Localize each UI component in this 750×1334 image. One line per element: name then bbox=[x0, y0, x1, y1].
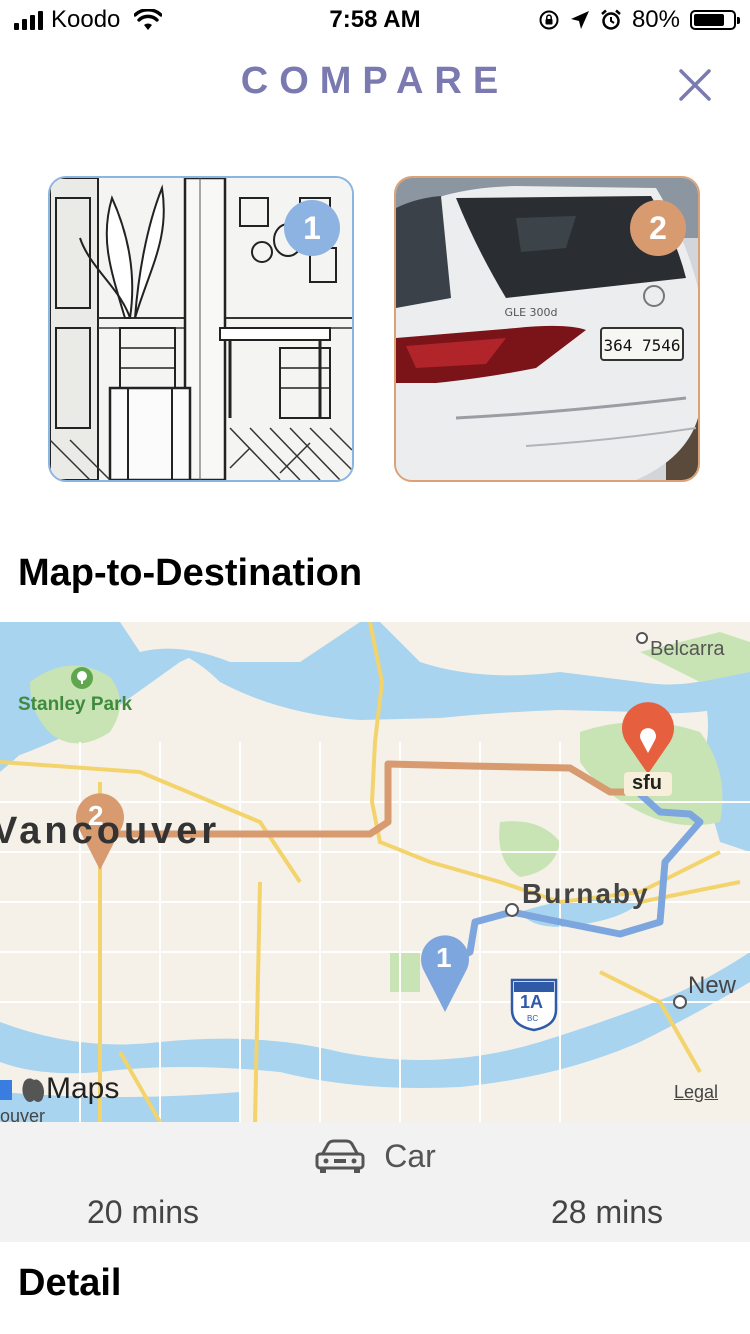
map-label-burnaby: Burnaby bbox=[522, 878, 650, 909]
svg-text:364 7546: 364 7546 bbox=[603, 336, 680, 355]
highway-shield-sublabel: BC bbox=[527, 1014, 539, 1023]
battery-icon bbox=[690, 10, 740, 30]
legal-link[interactable]: Legal bbox=[674, 1082, 718, 1103]
destination-pin-label[interactable]: sfu bbox=[632, 772, 662, 795]
place-1-badge: 1 bbox=[284, 200, 340, 256]
highway-shield-label: 1A bbox=[520, 992, 544, 1012]
map-label-vancouver: Vancouver bbox=[0, 810, 221, 852]
map-section-title: Map-to-Destination bbox=[18, 552, 363, 594]
map-label-new-west: New bbox=[688, 972, 737, 999]
route-map[interactable]: Belcarra Stanley Park Vancouver 2 1 sfu … bbox=[0, 622, 750, 1122]
location-arrow-icon bbox=[570, 11, 589, 29]
maps-brand: Maps bbox=[46, 1072, 120, 1105]
car-icon bbox=[315, 1139, 365, 1173]
page-title: COMPARE bbox=[240, 60, 510, 102]
pin-2-number: 2 bbox=[88, 800, 104, 831]
map-label-couver: ouver bbox=[0, 1106, 46, 1122]
travel-time-place-2: 28 mins bbox=[550, 1194, 664, 1230]
map-label-stanley-park: Stanley Park bbox=[18, 694, 133, 715]
map-label-belcarra: Belcarra bbox=[650, 638, 725, 660]
place-2-badge: 2 bbox=[630, 200, 686, 256]
status-bar: Koodo 7:58 AM 80% bbox=[0, 0, 750, 40]
close-icon[interactable] bbox=[676, 66, 714, 104]
svg-text:GLE 300d: GLE 300d bbox=[504, 306, 557, 319]
transport-mode[interactable]: Car bbox=[0, 1138, 750, 1175]
detail-section-title: Detail bbox=[18, 1262, 122, 1304]
travel-time-place-1: 20 mins bbox=[86, 1194, 200, 1230]
battery-percent: 80% bbox=[631, 6, 680, 33]
orientation-lock-icon bbox=[539, 10, 559, 30]
alarm-icon bbox=[601, 9, 621, 30]
status-right-group: 80% bbox=[538, 6, 740, 34]
transport-mode-label: Car bbox=[384, 1138, 436, 1174]
pin-1-number[interactable]: 1 bbox=[436, 942, 452, 974]
battery-fill bbox=[694, 14, 725, 26]
transport-summary: Car 20 mins 28 mins bbox=[0, 1122, 750, 1242]
